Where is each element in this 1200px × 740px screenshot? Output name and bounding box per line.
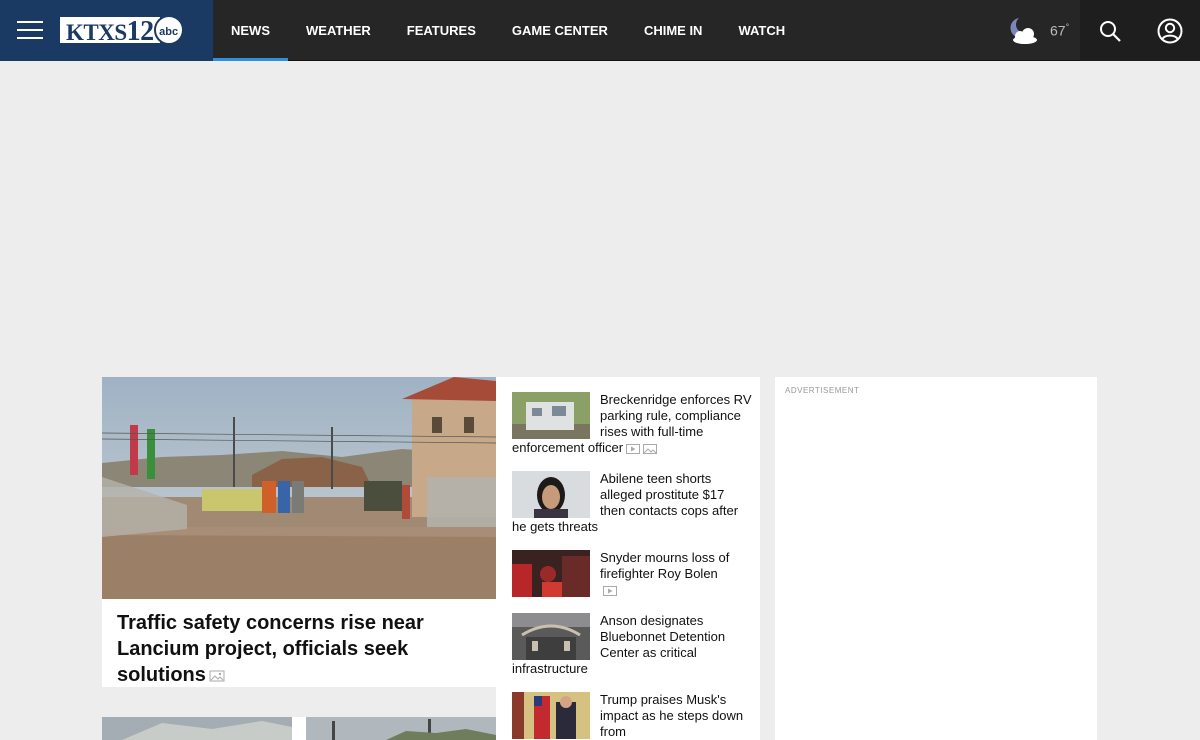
top-stories-card: Traffic safety concerns rise near Lanciu… xyxy=(102,377,760,740)
story-thumbnail[interactable] xyxy=(102,717,292,740)
main-nav: NEWS WEATHER FEATURES GAME CENTER CHIME … xyxy=(213,0,803,61)
story-thumbnail xyxy=(512,692,590,739)
list-item[interactable]: Abilene teen shorts alleged prostitute $… xyxy=(512,471,752,535)
story-thumbnail xyxy=(512,392,590,439)
site-logo[interactable]: KTXS12 abc xyxy=(60,14,184,46)
partly-cloudy-night-icon xyxy=(1010,18,1037,44)
brand-area: KTXS12 abc xyxy=(0,0,213,61)
list-item[interactable]: Anson designates Bluebonnet Detention Ce… xyxy=(512,613,752,677)
weather-widget[interactable]: 67° xyxy=(1006,12,1069,48)
nav-weather[interactable]: WEATHER xyxy=(288,0,389,61)
abc-logo: abc xyxy=(153,15,184,45)
gallery-icon xyxy=(643,443,658,454)
story-thumbnail xyxy=(512,550,590,597)
ad-label: ADVERTISEMENT xyxy=(785,386,860,395)
menu-icon[interactable] xyxy=(17,19,43,41)
search-icon xyxy=(1100,20,1121,42)
nav-chime-in[interactable]: CHIME IN xyxy=(626,0,721,61)
logo-wordmark: KTXS12 xyxy=(60,17,160,46)
site-header: KTXS12 abc NEWS WEATHER FEATURES GAME CE… xyxy=(0,0,1200,61)
list-item[interactable]: Snyder mourns loss of firefighter Roy Bo… xyxy=(512,550,752,598)
nav-game-center[interactable]: GAME CENTER xyxy=(494,0,626,61)
gallery-icon xyxy=(209,670,225,682)
search-button[interactable] xyxy=(1080,0,1140,61)
temperature: 67° xyxy=(1050,21,1070,39)
user-icon xyxy=(1157,18,1183,43)
list-item[interactable]: Breckenridge enforces RV parking rule, c… xyxy=(512,392,752,456)
story-thumbnail[interactable] xyxy=(306,717,496,740)
video-icon xyxy=(603,585,617,596)
story-thumbnail xyxy=(512,471,590,518)
hero-headline[interactable]: Traffic safety concerns rise near Lanciu… xyxy=(117,610,477,688)
nav-news[interactable]: NEWS xyxy=(213,0,288,61)
nav-watch[interactable]: WATCH xyxy=(720,0,803,61)
card-separator xyxy=(102,687,496,717)
hero-image[interactable] xyxy=(102,377,496,599)
list-item[interactable]: Trump praises Musk's impact as he steps … xyxy=(512,692,752,740)
advertisement-slot: ADVERTISEMENT xyxy=(775,377,1097,740)
video-icon xyxy=(626,443,641,454)
account-button[interactable] xyxy=(1140,0,1200,61)
story-thumbnail xyxy=(512,613,590,660)
nav-features[interactable]: FEATURES xyxy=(389,0,494,61)
